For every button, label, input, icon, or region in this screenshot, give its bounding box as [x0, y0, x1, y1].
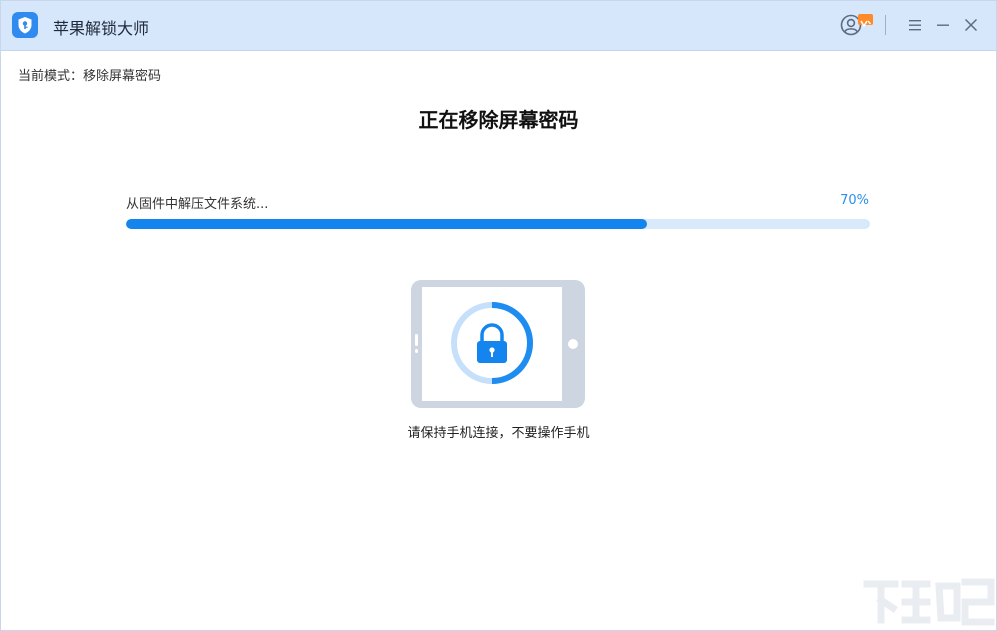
current-mode: 当前模式：移除屏幕密码	[18, 65, 161, 84]
progress-percent: 70%	[840, 193, 869, 208]
mode-value: 移除屏幕密码	[83, 69, 162, 84]
close-icon	[964, 18, 978, 32]
menu-button[interactable]	[902, 12, 928, 38]
title-bar[interactable]: 苹果解锁大师	[1, 1, 996, 51]
site-watermark-logo	[861, 574, 996, 630]
progress-bar	[126, 219, 870, 229]
app-window: 苹果解锁大师 当前模式：移除屏幕密码 正在移除屏幕密码 从固件中解压文件系统..…	[0, 0, 997, 631]
hint-text: 请保持手机连接，不要操作手机	[407, 426, 590, 441]
minimize-icon	[937, 24, 949, 26]
mode-label: 当前模式：	[18, 69, 84, 84]
minimize-button[interactable]	[930, 12, 956, 38]
app-title: 苹果解锁大师	[53, 19, 150, 38]
page-title: 正在移除屏幕密码	[418, 108, 579, 132]
unlock-logo-icon	[12, 12, 38, 38]
titlebar-divider	[885, 15, 886, 35]
device-lock-illustration	[410, 279, 586, 409]
vip-badge-icon	[858, 14, 873, 28]
close-button[interactable]	[958, 12, 984, 38]
progress-status-text: 从固件中解压文件系统...	[126, 197, 269, 212]
menu-icon	[909, 20, 921, 31]
progress-bar-fill	[126, 219, 647, 229]
